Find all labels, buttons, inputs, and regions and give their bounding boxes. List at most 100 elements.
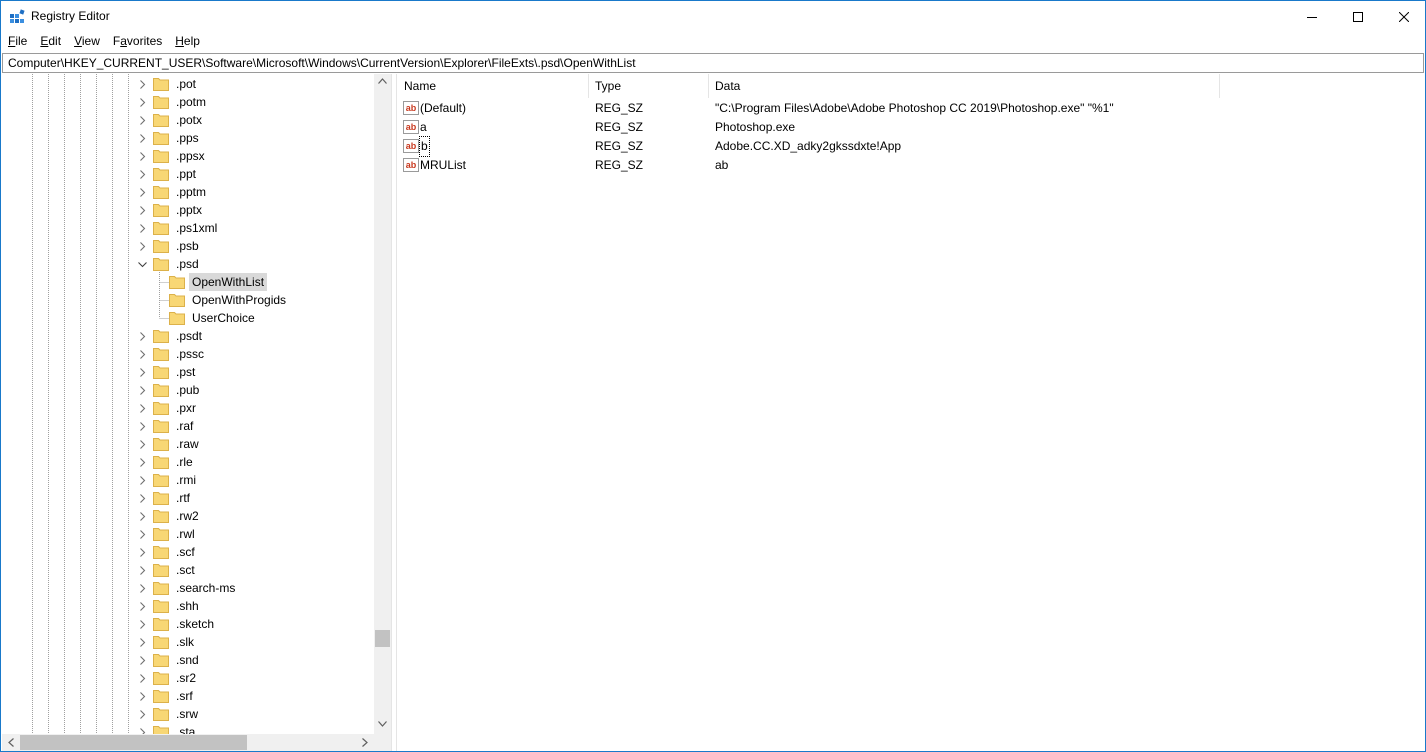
scroll-right-icon[interactable] xyxy=(362,738,368,747)
tree-horizontal-scroll-thumb[interactable] xyxy=(20,735,247,750)
chevron-right-icon[interactable] xyxy=(138,170,147,179)
tree-item[interactable]: .slk xyxy=(153,633,197,651)
chevron-right-icon[interactable] xyxy=(138,512,147,521)
chevron-right-icon[interactable] xyxy=(138,584,147,593)
tree-item[interactable]: .search-ms xyxy=(153,579,238,597)
column-header-data[interactable]: Data xyxy=(709,74,1220,98)
key-tree-pane[interactable]: .pot .potm .potx .pps .ppsx .ppt .pptm .pptx .ps… xyxy=(2,74,392,751)
chevron-right-icon[interactable] xyxy=(138,350,147,359)
tree-item[interactable]: .pptx xyxy=(153,201,205,219)
chevron-right-icon[interactable] xyxy=(138,530,147,539)
chevron-right-icon[interactable] xyxy=(138,440,147,449)
menu-help[interactable]: Help xyxy=(168,32,206,52)
chevron-right-icon[interactable] xyxy=(138,368,147,377)
scroll-up-icon[interactable] xyxy=(378,78,387,84)
tree-item[interactable]: .rtf xyxy=(153,489,193,507)
chevron-right-icon[interactable] xyxy=(138,404,147,413)
values-list-pane[interactable]: Name Type Data ab (Default) REG_SZ "C:\Prog… xyxy=(398,74,1425,751)
chevron-right-icon[interactable] xyxy=(138,422,147,431)
chevron-down-icon[interactable] xyxy=(138,260,147,269)
tree-item[interactable]: .potm xyxy=(153,93,209,111)
close-button[interactable] xyxy=(1381,1,1425,32)
chevron-right-icon[interactable] xyxy=(138,710,147,719)
chevron-right-icon[interactable] xyxy=(138,602,147,611)
tree-item[interactable]: .rw2 xyxy=(153,507,202,525)
value-row[interactable]: ab (Default) REG_SZ "C:\Program Files\Adobe… xyxy=(398,99,1298,118)
chevron-right-icon[interactable] xyxy=(138,566,147,575)
chevron-right-icon[interactable] xyxy=(138,494,147,503)
chevron-right-icon[interactable] xyxy=(138,152,147,161)
tree-item[interactable]: .raf xyxy=(153,417,196,435)
tree-item[interactable]: .scf xyxy=(153,543,198,561)
tree-item[interactable]: .psb xyxy=(153,237,202,255)
tree-item-label: .search-ms xyxy=(176,581,236,595)
menu-favorites[interactable]: Favorites xyxy=(106,32,168,52)
tree-item[interactable]: .raw xyxy=(153,435,202,453)
tree-item[interactable]: .snd xyxy=(153,651,202,669)
tree-vertical-scrollbar[interactable] xyxy=(374,74,391,734)
chevron-right-icon[interactable] xyxy=(138,134,147,143)
chevron-right-icon[interactable] xyxy=(138,476,147,485)
value-row[interactable]: ab MRUList REG_SZ ab xyxy=(398,156,1298,175)
tree-item[interactable]: UserChoice xyxy=(169,309,258,327)
menu-view[interactable]: View xyxy=(67,32,106,52)
tree-item[interactable]: .psd xyxy=(153,255,202,273)
minimize-button[interactable] xyxy=(1289,1,1335,32)
tree-item[interactable]: .srw xyxy=(153,705,201,723)
close-icon xyxy=(1399,11,1409,22)
scroll-down-icon[interactable] xyxy=(378,721,387,727)
tree-item[interactable]: .sketch xyxy=(153,615,217,633)
column-header-type[interactable]: Type xyxy=(589,74,709,98)
tree-item[interactable]: OpenWithProgids xyxy=(169,291,289,309)
chevron-right-icon[interactable] xyxy=(138,674,147,683)
chevron-right-icon[interactable] xyxy=(138,206,147,215)
tree-item[interactable]: .pptm xyxy=(153,183,209,201)
tree-item[interactable]: .sct xyxy=(153,561,198,579)
chevron-right-icon[interactable] xyxy=(138,98,147,107)
chevron-right-icon[interactable] xyxy=(138,188,147,197)
tree-item[interactable]: .pub xyxy=(153,381,202,399)
tree-item[interactable]: .pst xyxy=(153,363,198,381)
menu-file[interactable]: File xyxy=(1,32,33,52)
chevron-right-icon[interactable] xyxy=(138,656,147,665)
menu-edit[interactable]: Edit xyxy=(33,32,67,52)
tree-item[interactable]: .potx xyxy=(153,111,205,129)
chevron-right-icon[interactable] xyxy=(138,332,147,341)
tree-item[interactable]: OpenWithList xyxy=(169,273,268,291)
tree-item[interactable]: .psdt xyxy=(153,327,205,345)
chevron-right-icon[interactable] xyxy=(138,224,147,233)
tree-item[interactable]: .rmi xyxy=(153,471,199,489)
tree-item[interactable]: .rle xyxy=(153,453,196,471)
tree-item[interactable]: .srf xyxy=(153,687,196,705)
tree-item[interactable]: .ppt xyxy=(153,165,199,183)
tree-item[interactable]: .pssc xyxy=(153,345,207,363)
tree-item[interactable]: .ps1xml xyxy=(153,219,220,237)
address-bar[interactable]: Computer\HKEY_CURRENT_USER\Software\Micr… xyxy=(2,53,1424,73)
tree-item-label: .pssc xyxy=(176,347,205,361)
chevron-right-icon[interactable] xyxy=(138,386,147,395)
scroll-left-icon[interactable] xyxy=(8,738,14,747)
column-header-name[interactable]: Name xyxy=(398,74,589,98)
chevron-right-icon[interactable] xyxy=(138,692,147,701)
tree-item[interactable]: .ppsx xyxy=(153,147,208,165)
tree-item[interactable]: .shh xyxy=(153,597,202,615)
chevron-right-icon[interactable] xyxy=(138,242,147,251)
chevron-right-icon[interactable] xyxy=(138,80,147,89)
tree-item[interactable]: .sr2 xyxy=(153,669,199,687)
chevron-right-icon[interactable] xyxy=(138,548,147,557)
tree-item[interactable]: .pot xyxy=(153,75,199,93)
chevron-right-icon[interactable] xyxy=(138,620,147,629)
chevron-right-icon[interactable] xyxy=(138,116,147,125)
maximize-button[interactable] xyxy=(1335,1,1381,32)
value-row[interactable]: ab a REG_SZ Photoshop.exe xyxy=(398,118,1298,137)
chevron-right-icon[interactable] xyxy=(138,638,147,647)
tree-item[interactable]: .pps xyxy=(153,129,202,147)
tree-vertical-scroll-thumb[interactable] xyxy=(375,630,390,647)
title-bar[interactable]: Registry Editor xyxy=(1,1,1425,32)
pane-splitter[interactable] xyxy=(392,74,397,751)
tree-horizontal-scrollbar[interactable] xyxy=(2,734,374,751)
value-row[interactable]: ab b REG_SZ Adobe.CC.XD_adky2gkssdxte!App xyxy=(398,136,1298,157)
tree-item[interactable]: .rwl xyxy=(153,525,198,543)
tree-item[interactable]: .pxr xyxy=(153,399,199,417)
chevron-right-icon[interactable] xyxy=(138,458,147,467)
